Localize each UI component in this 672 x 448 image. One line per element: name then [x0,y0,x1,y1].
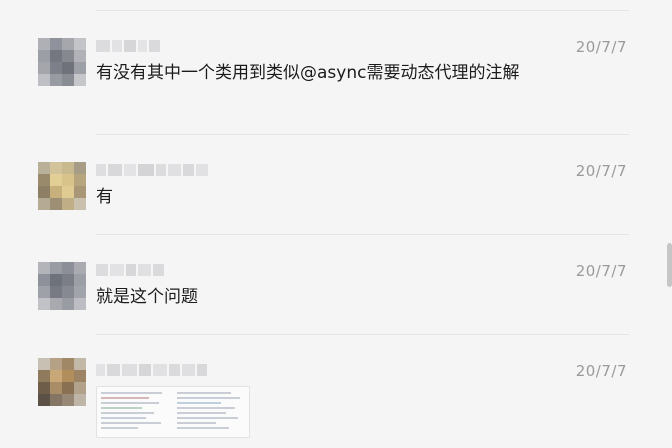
message-text: 有 [96,187,113,207]
avatar[interactable] [38,262,86,310]
message-timestamp: 20/7/7 [575,362,627,380]
message-divider [96,134,629,135]
message-divider [96,334,629,335]
sender-name-blurred [96,162,210,178]
sender-name-blurred [96,38,162,54]
message-timestamp: 20/7/7 [575,38,627,56]
message-divider [96,234,629,235]
sender-name-blurred [96,362,209,378]
image-attachment-thumbnail[interactable] [96,386,250,438]
avatar[interactable] [38,38,86,86]
avatar[interactable] [38,358,86,406]
vertical-scrollbar-thumb[interactable] [667,243,672,287]
message-timestamp: 20/7/7 [575,162,627,180]
message-text: 有没有其中一个类用到类似@async需要动态代理的注解 [96,63,520,83]
avatar[interactable] [38,162,86,210]
message-timestamp: 20/7/7 [575,262,627,280]
image-thumbnail-right-pane [177,392,245,434]
chat-message-list[interactable]: 20/7/7 有没有其中一个类用到类似@async需要动态代理的注解 20/7/… [0,0,672,448]
message-text: 就是这个问题 [96,287,198,307]
image-thumbnail-left-pane [101,392,169,434]
message-divider [96,10,629,11]
sender-name-blurred [96,262,166,278]
